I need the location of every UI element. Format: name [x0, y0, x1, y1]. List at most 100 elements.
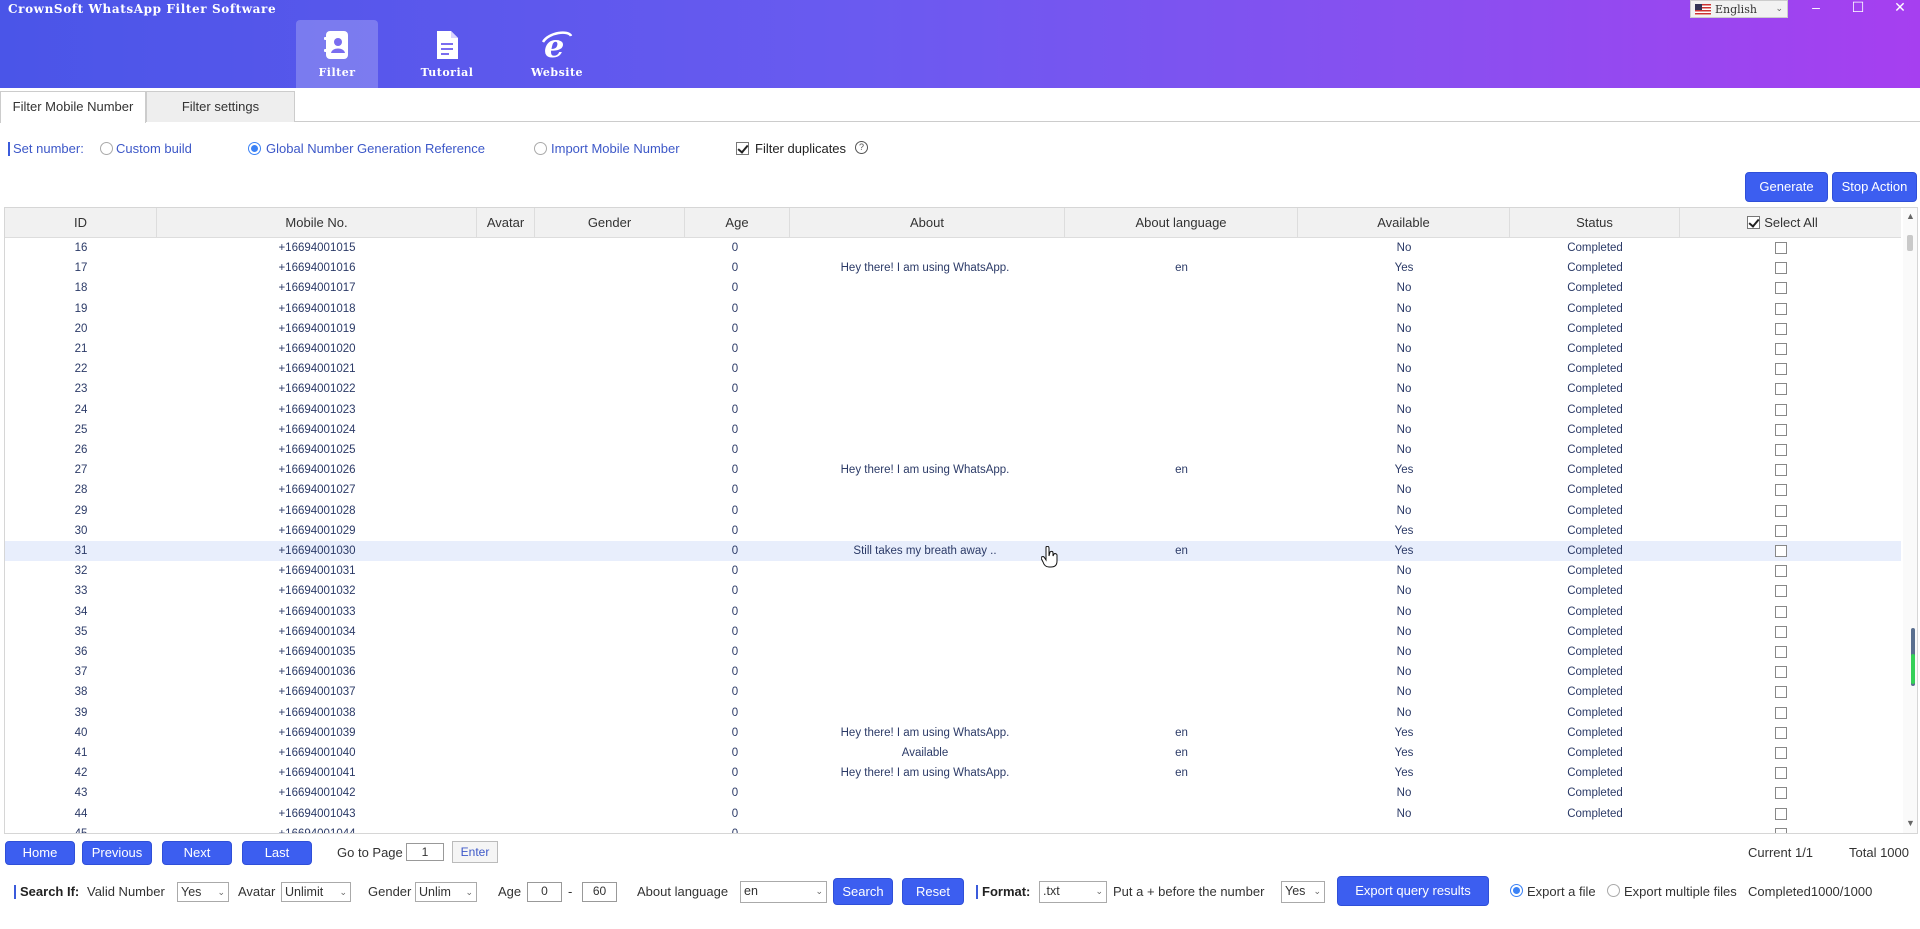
radio-custom-build[interactable] — [100, 142, 113, 155]
table-row[interactable]: 20 +16694001019 0 No Completed — [5, 319, 1901, 339]
maximize-button[interactable]: ☐ — [1838, 0, 1878, 16]
table-row[interactable]: 27 +16694001026 0 Hey there! I am using Wha… — [5, 460, 1901, 480]
table-row[interactable]: 23 +16694001022 0 No Completed — [5, 379, 1901, 399]
window-scroll-indicator[interactable] — [1911, 628, 1915, 686]
table-row[interactable]: 32 +16694001031 0 No Completed — [5, 561, 1901, 581]
col-about-language[interactable]: About language — [1065, 208, 1298, 238]
row-select-checkbox[interactable] — [1775, 706, 1787, 719]
plus-prefix-select[interactable]: Yes ⌄ — [1281, 881, 1325, 903]
reset-button[interactable]: Reset — [902, 878, 964, 905]
col-about[interactable]: About — [790, 208, 1065, 238]
radio-global-number[interactable] — [248, 142, 261, 155]
row-select-checkbox[interactable] — [1775, 242, 1787, 254]
row-select-checkbox[interactable] — [1775, 363, 1787, 376]
radio-import-mobile[interactable] — [534, 142, 547, 155]
col-status[interactable]: Status — [1510, 208, 1680, 238]
row-select-checkbox[interactable] — [1775, 302, 1787, 315]
stop-action-button[interactable]: Stop Action — [1832, 172, 1917, 202]
col-avatar[interactable]: Avatar — [477, 208, 535, 238]
valid-number-select[interactable]: Yes ⌄ — [177, 882, 229, 902]
row-select-checkbox[interactable] — [1775, 262, 1787, 275]
col-gender[interactable]: Gender — [535, 208, 685, 238]
table-row[interactable]: 19 +16694001018 0 No Completed — [5, 299, 1901, 319]
col-select-all[interactable]: Select All — [1680, 208, 1885, 238]
table-row[interactable]: 37 +16694001036 0 No Completed — [5, 662, 1901, 682]
row-select-checkbox[interactable] — [1775, 423, 1787, 436]
page-number-input[interactable]: 1 — [406, 843, 444, 861]
table-row[interactable]: 22 +16694001021 0 No Completed — [5, 359, 1901, 379]
table-row[interactable]: 41 +16694001040 0 Available en Yes Completed — [5, 743, 1901, 763]
enter-button[interactable]: Enter — [452, 841, 498, 863]
age-max-input[interactable]: 60 — [582, 882, 617, 902]
row-select-checkbox[interactable] — [1775, 403, 1787, 416]
row-select-checkbox[interactable] — [1775, 524, 1787, 537]
global-number-label[interactable]: Global Number Generation Reference — [266, 141, 485, 156]
next-page-button[interactable]: Next — [162, 841, 232, 865]
tab-filter-settings[interactable]: Filter settings — [146, 91, 295, 122]
table-row[interactable]: 40 +16694001039 0 Hey there! I am using Wha… — [5, 723, 1901, 743]
previous-page-button[interactable]: Previous — [82, 841, 152, 865]
chevron-down-icon[interactable]: ▼ — [1906, 818, 1915, 828]
col-mobile[interactable]: Mobile No. — [157, 208, 477, 238]
table-row[interactable]: 29 +16694001028 0 No Completed — [5, 501, 1901, 521]
gender-select[interactable]: Unlim ⌄ — [415, 882, 477, 902]
avatar-select[interactable]: Unlimit ⌄ — [281, 882, 351, 902]
row-select-checkbox[interactable] — [1775, 484, 1787, 497]
row-select-checkbox[interactable] — [1775, 726, 1787, 739]
search-button[interactable]: Search — [833, 878, 893, 905]
table-row[interactable]: 21 +16694001020 0 No Completed — [5, 339, 1901, 359]
col-id[interactable]: ID — [5, 208, 157, 238]
row-select-checkbox[interactable] — [1775, 807, 1787, 820]
export-file-label[interactable]: Export a file — [1527, 884, 1596, 899]
import-mobile-label[interactable]: Import Mobile Number — [551, 141, 680, 156]
tab-filter-mobile-number[interactable]: Filter Mobile Number — [0, 91, 146, 123]
row-select-checkbox[interactable] — [1775, 565, 1787, 578]
row-select-checkbox[interactable] — [1775, 646, 1787, 658]
row-select-checkbox[interactable] — [1775, 585, 1787, 598]
table-row[interactable]: 42 +16694001041 0 Hey there! I am using Wha… — [5, 763, 1901, 783]
table-row[interactable]: 43 +16694001042 0 No Completed — [5, 783, 1901, 803]
filter-duplicates-checkbox[interactable] — [736, 142, 749, 155]
language-select[interactable]: English ⌄ — [1690, 0, 1788, 18]
row-select-checkbox[interactable] — [1775, 545, 1787, 557]
nav-tutorial-button[interactable]: Tutorial — [406, 20, 488, 88]
row-select-checkbox[interactable] — [1775, 322, 1787, 335]
chevron-up-icon[interactable]: ▲ — [1906, 211, 1915, 221]
about-language-select[interactable]: en ⌄ — [740, 881, 827, 903]
table-row[interactable]: 30 +16694001029 0 Yes Completed — [5, 521, 1901, 541]
row-select-checkbox[interactable] — [1775, 827, 1787, 833]
export-query-results-button[interactable]: Export query results — [1337, 876, 1489, 906]
last-page-button[interactable]: Last — [242, 841, 312, 865]
row-select-checkbox[interactable] — [1775, 747, 1787, 759]
row-select-checkbox[interactable] — [1775, 282, 1787, 295]
row-select-checkbox[interactable] — [1775, 343, 1787, 355]
table-row[interactable]: 25 +16694001024 0 No Completed — [5, 420, 1901, 440]
table-row[interactable]: 35 +16694001034 0 No Completed — [5, 622, 1901, 642]
row-select-checkbox[interactable] — [1775, 444, 1787, 456]
table-row[interactable]: 39 +16694001038 0 No Completed — [5, 703, 1901, 723]
table-row[interactable]: 38 +16694001037 0 No Completed — [5, 682, 1901, 702]
table-row[interactable]: 24 +16694001023 0 No Completed — [5, 400, 1901, 420]
table-row[interactable]: 16 +16694001015 0 No Completed — [5, 238, 1901, 258]
table-row[interactable]: 44 +16694001043 0 No Completed — [5, 804, 1901, 824]
table-row[interactable]: 31 +16694001030 0 Still takes my breath awa… — [5, 541, 1901, 561]
select-all-checkbox[interactable] — [1747, 216, 1761, 230]
row-select-checkbox[interactable] — [1775, 504, 1787, 517]
export-multiple-label[interactable]: Export multiple files — [1624, 884, 1737, 899]
table-row[interactable]: 45+16694001044 0 — [5, 824, 1901, 833]
row-select-checkbox[interactable] — [1775, 767, 1787, 780]
table-row[interactable]: 18 +16694001017 0 No Completed — [5, 278, 1901, 298]
nav-filter-button[interactable]: Filter — [296, 20, 378, 88]
table-row[interactable]: 36 +16694001035 0 No Completed — [5, 642, 1901, 662]
table-row[interactable]: 28 +16694001027 0 No Completed — [5, 480, 1901, 500]
home-page-button[interactable]: Home — [5, 841, 75, 865]
radio-export-file[interactable] — [1510, 884, 1523, 897]
scrollbar-thumb[interactable] — [1907, 235, 1913, 251]
table-row[interactable]: 26 +16694001025 0 No Completed — [5, 440, 1901, 460]
row-select-checkbox[interactable] — [1775, 686, 1787, 699]
row-select-checkbox[interactable] — [1775, 605, 1787, 618]
close-button[interactable]: ✕ — [1880, 0, 1920, 16]
nav-website-button[interactable]: e Website — [516, 20, 598, 88]
custom-build-label[interactable]: Custom build — [116, 141, 192, 156]
table-row[interactable]: 17 +16694001016 0 Hey there! I am using Wha… — [5, 258, 1901, 278]
